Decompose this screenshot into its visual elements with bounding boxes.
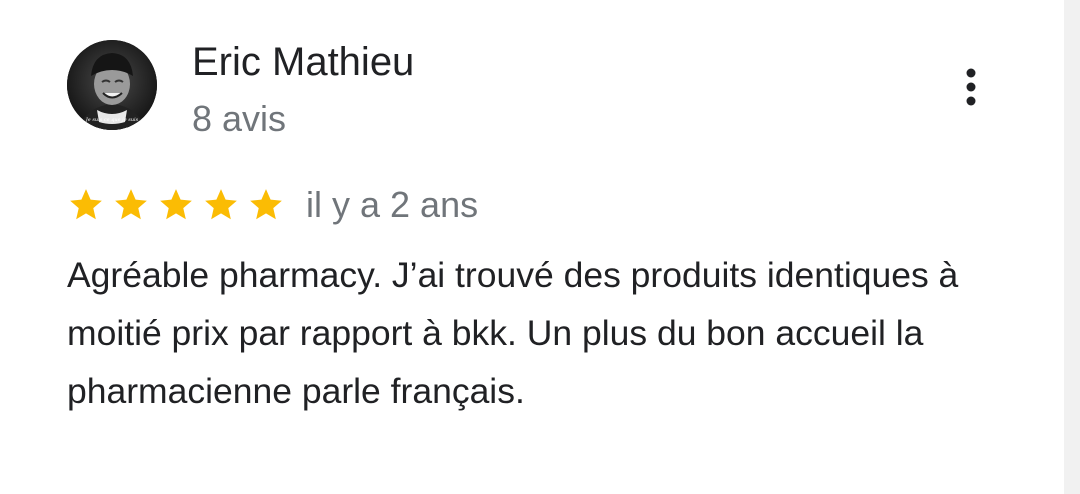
review-text: Agréable pharmacy. J’ai trouvé des produ… xyxy=(67,255,959,411)
review-date: il y a 2 ans xyxy=(306,184,479,225)
avatar[interactable]: Je suis ce que je suis xyxy=(67,40,157,130)
rating-row: il y a 2 ans xyxy=(67,183,478,227)
avatar-image: Je suis ce que je suis xyxy=(67,40,157,130)
star-icon xyxy=(205,189,237,220)
scrollbar[interactable] xyxy=(1064,0,1080,494)
review-card: Je suis ce que je suis Eric Mathieu 8 av… xyxy=(0,0,1064,494)
avatar-caption: Je suis ce que je suis xyxy=(85,117,139,123)
star-icon xyxy=(70,189,102,220)
author-name[interactable]: Eric Mathieu xyxy=(192,38,414,86)
star-rating xyxy=(67,186,292,224)
star-icon xyxy=(160,189,192,220)
more-vert-icon xyxy=(966,68,976,106)
star-icon xyxy=(115,189,147,220)
star-icon xyxy=(250,189,282,220)
more-options-button[interactable] xyxy=(950,62,992,112)
review-count: 8 avis xyxy=(192,98,287,139)
